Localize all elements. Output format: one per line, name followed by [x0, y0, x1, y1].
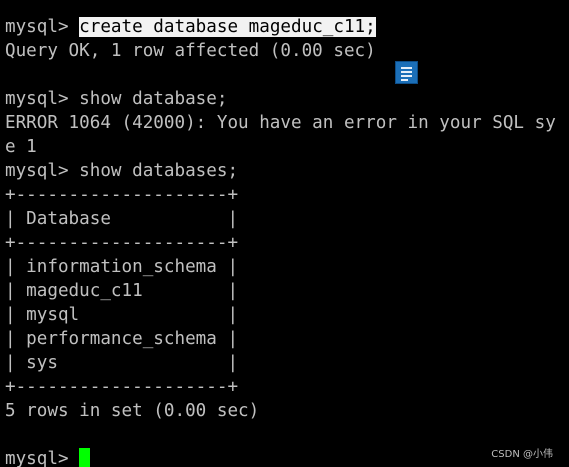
watermark: CSDN @小伟: [491, 449, 553, 460]
table-row: | performance_schema |: [5, 329, 239, 349]
prompt: mysql>: [5, 89, 80, 109]
command-line-show-database: mysql> show database;: [5, 87, 227, 111]
error-line: ERROR 1064 (42000): You have an error in…: [5, 113, 556, 133]
table-row: | mysql |: [5, 305, 239, 325]
command-line-show-databases: mysql> show databases;: [5, 159, 238, 183]
command-text: show database;: [79, 89, 228, 109]
table-row: | information_schema |: [5, 257, 239, 277]
table-row: | sys |: [5, 353, 239, 373]
prompt: mysql>: [5, 17, 80, 37]
output-line: Query OK, 1 row affected (0.00 sec): [5, 41, 376, 61]
prompt: mysql>: [5, 161, 80, 181]
selected-command-text[interactable]: create database mageduc_c11;: [79, 17, 376, 37]
command-line-create: mysql> create database mageduc_c11;: [5, 15, 376, 39]
prompt: mysql>: [5, 449, 80, 467]
text-cursor: [79, 448, 91, 467]
active-prompt-line[interactable]: mysql>: [5, 447, 91, 467]
table-border-header: +--------------------+: [5, 233, 239, 253]
error-line-continued: e 1: [5, 137, 37, 157]
table-row: | mageduc_c11 |: [5, 281, 239, 301]
document-icon[interactable]: [395, 61, 418, 84]
command-text: show databases;: [79, 161, 239, 181]
table-border-top: +--------------------+: [5, 185, 239, 205]
table-header-row: | Database |: [5, 209, 239, 229]
table-border-bottom: +--------------------+: [5, 377, 239, 397]
terminal-window[interactable]: mysql> create database mageduc_c11; Quer…: [0, 0, 569, 467]
result-summary-line: 5 rows in set (0.00 sec): [5, 401, 260, 421]
